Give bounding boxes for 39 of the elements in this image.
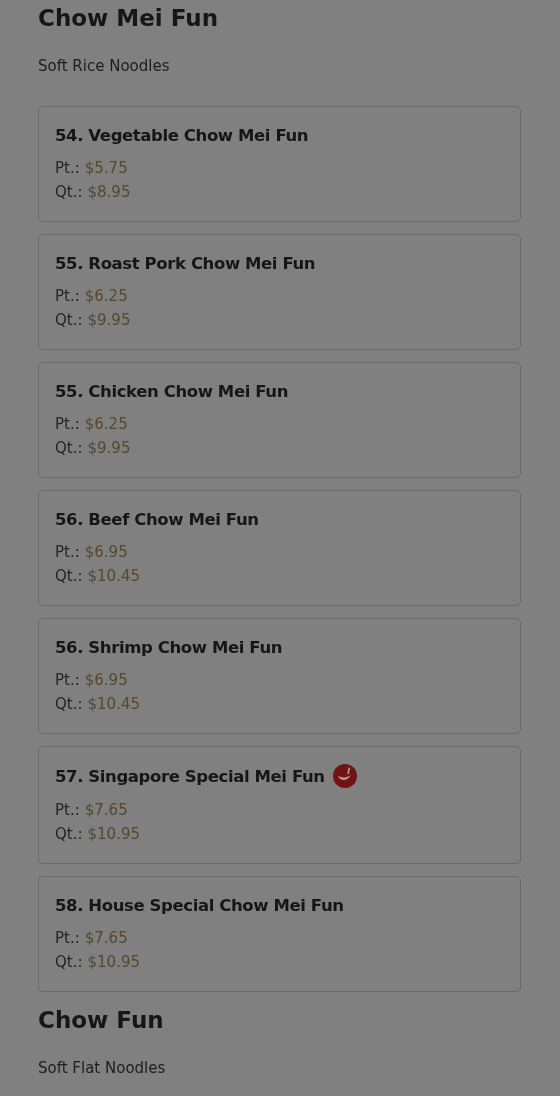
section-subtitle: Soft Rice Noodles	[38, 56, 171, 76]
price: $9.95	[87, 438, 131, 459]
price: $9.95	[87, 310, 131, 331]
size-label: Qt.:	[55, 952, 83, 973]
size-label: Qt.:	[55, 182, 83, 203]
size-label: Pt.:	[55, 286, 80, 307]
size-label: Pt.:	[55, 542, 80, 563]
price: $6.25	[84, 286, 128, 307]
size-label: Pt.:	[55, 800, 80, 821]
size-label: Qt.:	[55, 438, 83, 459]
item-name: 58. House Special Chow Mei Fun	[55, 895, 344, 915]
section-heading: Chow Fun	[38, 1006, 165, 1035]
price: $10.45	[87, 566, 140, 587]
section-heading: Chow Mei Fun	[38, 4, 219, 33]
item-name: 56. Beef Chow Mei Fun	[55, 509, 259, 529]
price: $6.95	[84, 670, 128, 691]
size-label: Qt.:	[55, 694, 83, 715]
item-name: 54. Vegetable Chow Mei Fun	[55, 125, 309, 145]
item-name: 56. Shrimp Chow Mei Fun	[55, 637, 283, 657]
size-label: Qt.:	[55, 566, 83, 587]
size-label: Pt.:	[55, 158, 80, 179]
price: $7.65	[84, 928, 128, 949]
section-subtitle: Soft Flat Noodles	[38, 1058, 167, 1078]
size-label: Pt.:	[55, 928, 80, 949]
item-name: 55. Chicken Chow Mei Fun	[55, 381, 288, 401]
price: $10.95	[87, 824, 140, 845]
price: $10.95	[87, 952, 140, 973]
size-label: Pt.:	[55, 414, 80, 435]
price: $8.95	[87, 182, 131, 203]
price: $10.45	[87, 694, 140, 715]
size-label: Qt.:	[55, 310, 83, 331]
item-name: 55. Roast Pork Chow Mei Fun	[55, 253, 316, 273]
size-label: Pt.:	[55, 670, 80, 691]
item-name: 57. Singapore Special Mei Fun	[55, 766, 325, 786]
price: $6.25	[84, 414, 128, 435]
price: $7.65	[84, 800, 128, 821]
size-label: Qt.:	[55, 824, 83, 845]
price: $6.95	[84, 542, 128, 563]
price: $5.75	[84, 158, 128, 179]
